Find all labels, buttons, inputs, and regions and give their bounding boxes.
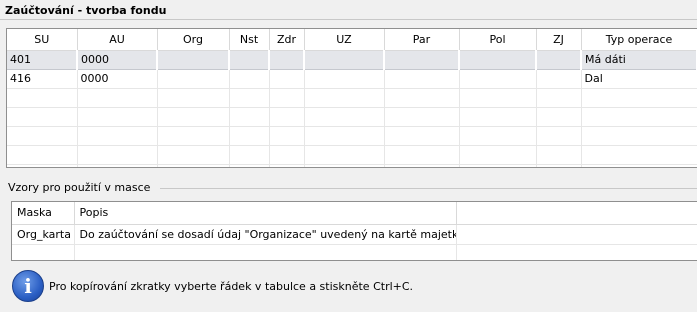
masks-section-label: Vzory pro použití v masce <box>8 181 151 194</box>
cell-au[interactable]: 0000 <box>77 49 158 70</box>
column-header-su[interactable]: SU <box>7 29 78 51</box>
info-message: Pro kopírování zkratky vyberte řádek v t… <box>49 280 414 293</box>
grid-header: SU AU Org Nst Zdr UZ Par Pol ZJ Typ oper… <box>7 29 697 51</box>
empty-row[interactable] <box>7 126 697 146</box>
cell-su[interactable]: 401 <box>7 49 78 70</box>
cell-nst[interactable] <box>229 49 270 70</box>
cell-org[interactable] <box>157 49 230 70</box>
cell-par[interactable] <box>384 69 460 89</box>
column-header-zdr[interactable]: Zdr <box>269 29 305 51</box>
cell-org[interactable] <box>157 69 230 89</box>
column-header-zj[interactable]: ZJ <box>536 29 582 51</box>
cell-maska[interactable]: Org_karta <box>12 224 75 245</box>
cell-par[interactable] <box>384 49 460 70</box>
empty-row[interactable] <box>12 244 697 260</box>
dialog-title: Zaúčtování - tvorba fondu <box>5 4 167 17</box>
cell-typ-operace[interactable]: Dal <box>581 69 697 89</box>
column-header-popis[interactable]: Popis <box>74 202 457 225</box>
empty-row[interactable] <box>7 107 697 127</box>
table-row[interactable]: 401 0000 Má dáti <box>7 49 697 70</box>
column-header-au[interactable]: AU <box>77 29 158 51</box>
column-header-maska[interactable]: Maska <box>12 202 75 225</box>
column-header-par[interactable]: Par <box>384 29 460 51</box>
empty-row[interactable] <box>7 164 697 167</box>
masks-grid[interactable]: Maska Popis Org_karta Do zaúčtování se d… <box>11 201 697 261</box>
empty-row[interactable] <box>7 145 697 165</box>
cell-su[interactable]: 416 <box>7 69 78 89</box>
cell-pol[interactable] <box>459 49 537 70</box>
table-row[interactable]: Org_karta Do zaúčtování se dosadí údaj "… <box>12 224 697 245</box>
info-icon: i <box>12 270 44 302</box>
cell-pol[interactable] <box>459 69 537 89</box>
cell-zdr[interactable] <box>269 49 305 70</box>
title-divider <box>0 19 697 20</box>
cell-zj[interactable] <box>536 49 582 70</box>
cell-typ-operace[interactable]: Má dáti <box>581 49 697 70</box>
column-header-org[interactable]: Org <box>157 29 230 51</box>
cell-zj[interactable] <box>536 69 582 89</box>
accounting-table: SU AU Org Nst Zdr UZ Par Pol ZJ Typ oper… <box>7 29 697 167</box>
masks-section-divider <box>160 188 697 189</box>
cell-zdr[interactable] <box>269 69 305 89</box>
cell-nst[interactable] <box>229 69 270 89</box>
column-header-uz[interactable]: UZ <box>304 29 385 51</box>
cell-popis[interactable]: Do zaúčtování se dosadí údaj "Organizace… <box>74 224 457 245</box>
column-header-empty <box>456 202 697 225</box>
column-header-pol[interactable]: Pol <box>459 29 537 51</box>
accounting-grid[interactable]: SU AU Org Nst Zdr UZ Par Pol ZJ Typ oper… <box>6 28 697 168</box>
column-header-nst[interactable]: Nst <box>229 29 270 51</box>
empty-row[interactable] <box>7 88 697 108</box>
column-header-typ-operace[interactable]: Typ operace <box>581 29 697 51</box>
cell-uz[interactable] <box>304 69 385 89</box>
masks-table: Maska Popis Org_karta Do zaúčtování se d… <box>12 202 697 260</box>
cell-uz[interactable] <box>304 49 385 70</box>
table-row[interactable]: 416 0000 Dal <box>7 69 697 89</box>
cell-au[interactable]: 0000 <box>77 69 158 89</box>
masks-header: Maska Popis <box>12 202 697 225</box>
